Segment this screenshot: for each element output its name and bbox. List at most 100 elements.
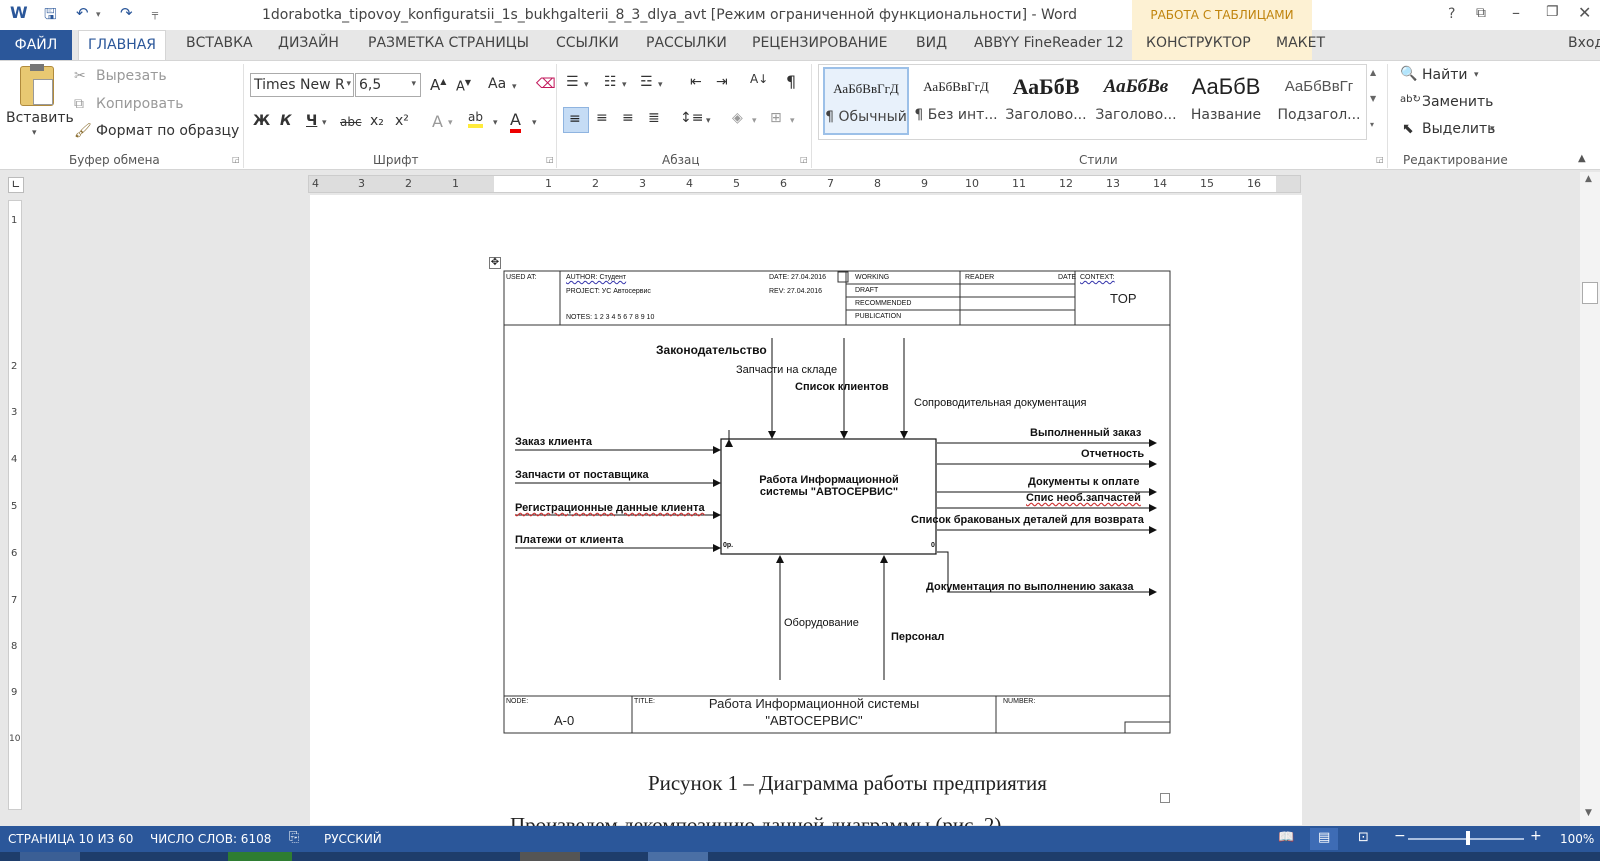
- tab-mailings[interactable]: РАССЫЛКИ: [646, 35, 727, 51]
- vertical-ruler[interactable]: 1 2 3 4 5 6 7 8 9 10: [8, 200, 22, 810]
- tab-table-design[interactable]: КОНСТРУКТОР: [1146, 35, 1251, 51]
- customize-qat-icon[interactable]: ╤: [152, 9, 158, 20]
- find-button[interactable]: Найти: [1422, 67, 1467, 83]
- borders-icon[interactable]: ⊞: [770, 110, 782, 126]
- zoom-slider[interactable]: [1408, 831, 1524, 845]
- tab-design[interactable]: ДИЗАЙН: [278, 35, 339, 51]
- multilevel-dropdown-icon[interactable]: ▾: [658, 80, 663, 90]
- show-marks-icon[interactable]: ¶: [786, 72, 796, 91]
- styles-down-icon[interactable]: ▼: [1370, 94, 1376, 103]
- font-size-field[interactable]: 6,5 ▾: [355, 73, 421, 97]
- zoom-thumb[interactable]: [1466, 831, 1470, 845]
- paragraph-launcher-icon[interactable]: ◲: [800, 155, 808, 164]
- find-icon[interactable]: 🔍: [1400, 66, 1417, 82]
- word-count[interactable]: ЧИСЛО СЛОВ: 6108: [150, 832, 271, 846]
- taskbar-app[interactable]: [20, 852, 80, 861]
- text-effects-icon[interactable]: A: [432, 112, 443, 131]
- sort-icon[interactable]: A↓: [750, 72, 768, 86]
- style-normal[interactable]: АаБбВвГгД ¶ Обычный: [823, 67, 909, 135]
- read-mode-icon[interactable]: 📖: [1278, 830, 1294, 845]
- highlight-dropdown-icon[interactable]: ▾: [493, 118, 498, 128]
- replace-icon[interactable]: ab↻: [1400, 94, 1421, 105]
- help-icon[interactable]: ?: [1448, 6, 1455, 22]
- tab-references[interactable]: ССЫЛКИ: [556, 35, 619, 51]
- bullets-icon[interactable]: ☰: [566, 74, 579, 90]
- tab-file[interactable]: ФАЙЛ: [0, 30, 72, 60]
- redo-icon[interactable]: ↷: [120, 4, 133, 22]
- shading-icon[interactable]: ◈: [732, 110, 743, 126]
- shading-dropdown-icon[interactable]: ▾: [752, 116, 757, 126]
- tab-selector[interactable]: ∟: [8, 177, 24, 193]
- font-size-dropdown-icon[interactable]: ▾: [411, 79, 416, 89]
- collapse-ribbon-icon[interactable]: ▲: [1578, 153, 1586, 164]
- borders-dropdown-icon[interactable]: ▾: [790, 116, 795, 126]
- taskbar-app[interactable]: [228, 852, 292, 861]
- undo-dropdown-icon[interactable]: ▾: [96, 10, 101, 20]
- bullets-dropdown-icon[interactable]: ▾: [584, 80, 589, 90]
- cut-button[interactable]: Вырезать: [96, 68, 167, 84]
- tab-abbyy[interactable]: ABBYY FineReader 12: [974, 35, 1124, 51]
- font-launcher-icon[interactable]: ◲: [546, 155, 554, 164]
- paste-dropdown-icon[interactable]: ▾: [32, 128, 37, 138]
- text-effects-dropdown-icon[interactable]: ▾: [448, 118, 453, 128]
- style-subtitle[interactable]: АаБбВвГг Подзагол...: [1273, 67, 1365, 135]
- numbering-icon[interactable]: ☷: [604, 74, 617, 90]
- subscript-button[interactable]: x₂: [370, 113, 384, 129]
- replace-button[interactable]: Заменить: [1422, 94, 1493, 110]
- align-left-button[interactable]: ≡: [563, 107, 589, 133]
- tab-layout[interactable]: РАЗМЕТКА СТРАНИЦЫ: [368, 35, 529, 51]
- zoom-in-icon[interactable]: +: [1530, 828, 1542, 844]
- zoom-out-icon[interactable]: −: [1394, 828, 1406, 844]
- select-icon[interactable]: ⬉: [1402, 121, 1414, 137]
- tab-review[interactable]: РЕЦЕНЗИРОВАНИЕ: [752, 35, 887, 51]
- tab-table-layout[interactable]: МАКЕТ: [1276, 35, 1325, 51]
- save-icon[interactable]: 🖫: [44, 4, 57, 29]
- underline-dropdown-icon[interactable]: ▾: [322, 118, 327, 128]
- paste-icon[interactable]: [20, 64, 54, 106]
- highlight-icon[interactable]: ab: [468, 110, 483, 128]
- vertical-scrollbar[interactable]: ▲ ▼: [1580, 172, 1600, 826]
- strikethrough-button[interactable]: abc: [340, 115, 362, 129]
- align-center-icon[interactable]: ≡: [596, 110, 608, 126]
- font-color-dropdown-icon[interactable]: ▾: [532, 118, 537, 128]
- paste-button[interactable]: Вставить: [6, 110, 74, 126]
- scroll-up-icon[interactable]: ▲: [1585, 174, 1592, 184]
- underline-button[interactable]: Ч: [306, 113, 317, 129]
- clear-formatting-icon[interactable]: ⌫: [536, 76, 556, 92]
- bold-button[interactable]: Ж: [253, 113, 270, 129]
- style-heading2[interactable]: АаБбВв Заголово...: [1093, 67, 1179, 135]
- minimize-icon[interactable]: –: [1512, 3, 1520, 22]
- scroll-down-icon[interactable]: ▼: [1585, 808, 1592, 818]
- styles-more-icon[interactable]: ▾: [1370, 120, 1374, 129]
- web-layout-icon[interactable]: ⊡: [1358, 830, 1369, 845]
- shrink-font-icon[interactable]: A▼: [456, 78, 471, 94]
- undo-icon[interactable]: ↶: [76, 4, 89, 22]
- maximize-icon[interactable]: ❐: [1546, 4, 1559, 20]
- close-icon[interactable]: ✕: [1578, 3, 1591, 22]
- page-count[interactable]: СТРАНИЦА 10 ИЗ 60: [8, 832, 133, 846]
- table-move-handle-icon[interactable]: ✥: [489, 257, 501, 269]
- copy-button[interactable]: Копировать: [96, 96, 183, 112]
- taskbar-app[interactable]: [520, 852, 580, 861]
- increase-indent-icon[interactable]: ⇥: [716, 74, 728, 90]
- proofing-icon[interactable]: ⎘: [289, 830, 299, 845]
- justify-icon[interactable]: ≣: [648, 110, 660, 126]
- zoom-level[interactable]: 100%: [1560, 832, 1594, 846]
- format-painter-button[interactable]: Формат по образцу: [96, 123, 239, 139]
- signin-link[interactable]: Вход: [1568, 35, 1600, 51]
- font-name-field[interactable]: Times New R ▾: [250, 73, 354, 97]
- styles-launcher-icon[interactable]: ◲: [1376, 155, 1384, 164]
- select-button[interactable]: Выделить: [1422, 121, 1495, 137]
- font-name-dropdown-icon[interactable]: ▾: [346, 79, 351, 89]
- style-title[interactable]: АаБбВ Название: [1183, 67, 1269, 135]
- select-dropdown-icon[interactable]: ▾: [1490, 124, 1495, 134]
- horizontal-ruler[interactable]: 4 3 2 1 1 2 3 4 5 6 7 8 9 10 11 12 13 14…: [308, 175, 1301, 193]
- change-case-dropdown-icon[interactable]: ▾: [512, 82, 517, 92]
- grow-font-icon[interactable]: A▲: [430, 76, 446, 94]
- tab-insert[interactable]: ВСТАВКА: [186, 35, 253, 51]
- line-spacing-dropdown-icon[interactable]: ▾: [706, 116, 711, 126]
- font-color-icon[interactable]: A: [510, 110, 521, 133]
- change-case-button[interactable]: Aa: [488, 76, 506, 92]
- superscript-button[interactable]: x²: [395, 113, 409, 129]
- find-dropdown-icon[interactable]: ▾: [1474, 70, 1479, 80]
